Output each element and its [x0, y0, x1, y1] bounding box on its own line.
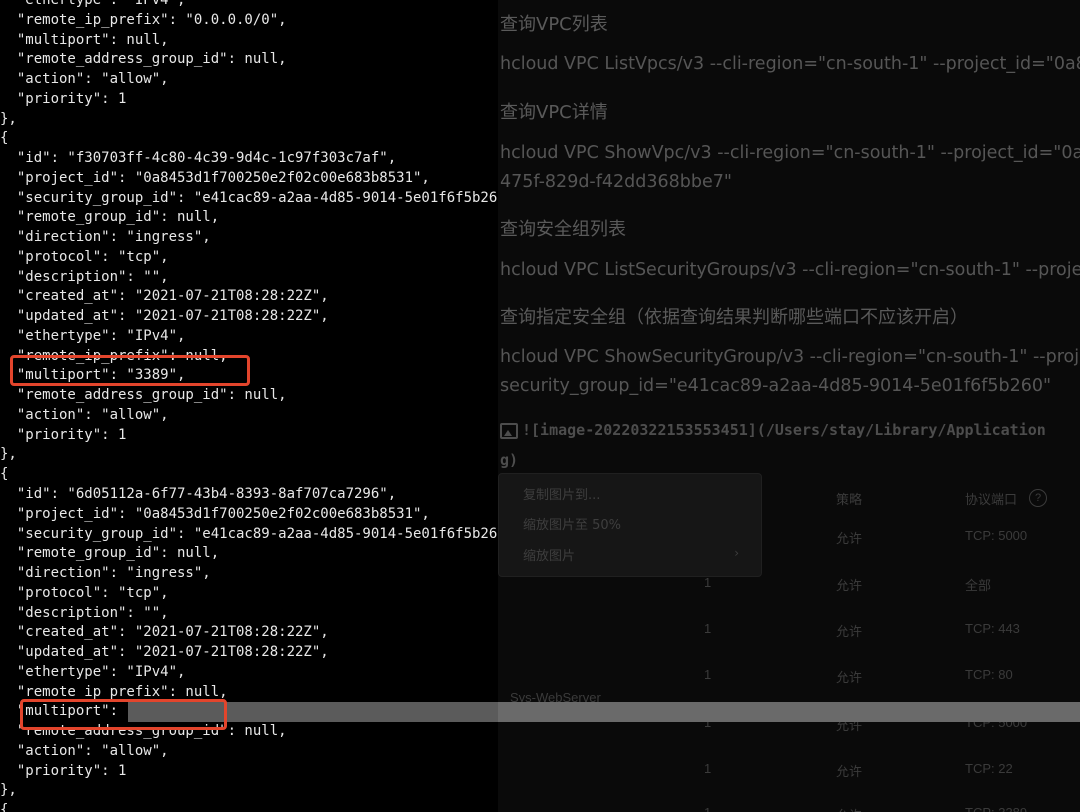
- terminal-line: "remote_group_id": null,: [0, 545, 220, 562]
- terminal-line: "remote_group_id": null,: [0, 209, 220, 226]
- terminal-line: "priority": 1: [0, 426, 127, 443]
- terminal-line: },: [0, 446, 17, 463]
- table-header-protocol-port: 协议端口: [965, 492, 1018, 507]
- table-cell-policy: 允许: [836, 578, 863, 593]
- command-show-vpc-line1: hcloud VPC ShowVpc/v3 --cli-region="cn-s…: [500, 143, 1080, 163]
- terminal-line: "remote_ip_prefix": "0.0.0.0/0",: [0, 11, 287, 28]
- command-show-sg-line1: hcloud VPC ShowSecurityGroup/v3 --cli-re…: [500, 347, 1080, 367]
- terminal-line: "security_group_id": "e41cac89-a2aa-4d85…: [0, 525, 498, 542]
- terminal-line: "id": "f30703ff-4c80-4c39-9d4c-1c97f303c…: [0, 150, 397, 167]
- heading-vpc-detail: 查询VPC详情: [500, 102, 608, 123]
- terminal-line: "created_at": "2021-07-21T08:28:22Z",: [0, 288, 329, 305]
- table-cell-policy: 允许: [836, 764, 863, 779]
- command-show-sg-line2: security_group_id="e41cac89-a2aa-4d85-90…: [500, 376, 1052, 396]
- command-list-security-groups: hcloud VPC ListSecurityGroups/v3 --cli-r…: [500, 260, 1080, 280]
- table-cell-port: 全部: [965, 578, 992, 593]
- heading-show-security-group: 查询指定安全组（依据查询结果判断哪些端口不应该开启）: [500, 307, 968, 328]
- terminal-line: "direction": "ingress",: [0, 229, 211, 246]
- terminal-line: "action": "allow",: [0, 71, 169, 88]
- terminal-line: "protocol": "tcp",: [0, 248, 169, 265]
- help-icon: ?: [1029, 489, 1047, 507]
- terminal-line: "multiport": null,: [0, 31, 169, 48]
- context-menu: 复制图片到... 缩放图片至 50% 缩放图片 ›: [498, 473, 762, 577]
- markdown-image-line1: ![image-20220322153553451](/Users/stay/L…: [500, 421, 1046, 439]
- table-cell-policy: 允许: [836, 670, 863, 685]
- terminal-line: "remote_address_group_id": null,: [0, 387, 287, 404]
- table-cell-policy: 允许: [836, 624, 863, 639]
- table-cell-port: TCP: 3389: [965, 805, 1027, 812]
- terminal-line: {: [0, 466, 9, 483]
- table-cell-priority: 1: [704, 805, 711, 812]
- terminal-line: {: [0, 802, 9, 812]
- terminal-line: "description": "",: [0, 604, 169, 621]
- table-cell-priority: 1: [704, 667, 712, 682]
- terminal-line: "created_at": "2021-07-21T08:28:22Z",: [0, 624, 329, 641]
- command-show-vpc-line2: 475f-829d-f42dd368bbe7": [500, 172, 732, 192]
- heading-list-security-groups: 查询安全组列表: [500, 219, 626, 240]
- terminal-line: "protocol": "tcp",: [0, 584, 169, 601]
- terminal-line: },: [0, 782, 17, 799]
- menu-item-zoom-50[interactable]: 缩放图片至 50%: [523, 514, 621, 533]
- command-list-vpc: hcloud VPC ListVpcs/v3 --cli-region="cn-…: [500, 54, 1080, 74]
- markdown-image-source: ![image-20220322153553451](/Users/stay/L…: [522, 421, 1046, 439]
- terminal-line: "updated_at": "2021-07-21T08:28:22Z",: [0, 644, 329, 661]
- terminal-line: "security_group_id": "e41cac89-a2aa-4d85…: [0, 189, 498, 206]
- terminal-line: "project_id": "0a8453d1f700250e2f02c00e6…: [0, 169, 430, 186]
- terminal-line: "project_id": "0a8453d1f700250e2f02c00e6…: [0, 505, 430, 522]
- terminal-line: },: [0, 110, 17, 127]
- menu-item-zoom-image[interactable]: 缩放图片: [523, 545, 575, 564]
- table-cell-priority: 1: [704, 621, 712, 636]
- terminal-line: "action": "allow",: [0, 742, 169, 759]
- table-cell-port: TCP: 5000: [965, 528, 1028, 543]
- table-cell-port: TCP: 22: [965, 761, 1013, 776]
- terminal-line: {: [0, 130, 9, 147]
- terminal-line: "priority": 1: [0, 90, 127, 107]
- terminal-line: "ethertype": "IPv4",: [0, 663, 186, 680]
- terminal-pane[interactable]: "ethertype": "IPv4", "remote_ip_prefix":…: [0, 0, 498, 812]
- table-cell-priority: 1: [704, 761, 712, 776]
- highlight-box-multiport-80: [20, 699, 227, 730]
- heading-list-vpc: 查询VPC列表: [500, 14, 608, 35]
- image-icon: [500, 422, 518, 439]
- table-cell-policy: 允许: [836, 531, 863, 546]
- table-header-policy: 策略: [836, 492, 863, 507]
- editor-selection-strip: [498, 702, 1080, 722]
- terminal-line: "remote_address_group_id": null,: [0, 51, 287, 68]
- table-cell-port: TCP: 443: [965, 621, 1020, 636]
- terminal-line: "direction": "ingress",: [0, 565, 211, 582]
- terminal-line: "id": "6d05112a-6f77-43b4-8393-8af707ca7…: [0, 486, 397, 502]
- terminal-line: "ethertype": "IPv4",: [0, 327, 186, 344]
- submenu-chevron-icon: ›: [734, 546, 739, 560]
- terminal-line: "action": "allow",: [0, 406, 169, 423]
- table-cell-policy: 允许: [836, 805, 862, 812]
- terminal-line: "ethertype": "IPv4",: [0, 0, 186, 8]
- terminal-line: "description": "",: [0, 268, 169, 285]
- highlight-box-multiport-3389: [10, 355, 250, 386]
- markdown-editor-pane[interactable]: 查询VPC列表 hcloud VPC ListVpcs/v3 --cli-reg…: [498, 0, 1080, 812]
- markdown-image-line2: g): [500, 451, 519, 469]
- terminal-line: "updated_at": "2021-07-21T08:28:22Z",: [0, 308, 329, 325]
- table-cell-port: TCP: 80: [965, 667, 1013, 682]
- menu-item-copy-image[interactable]: 复制图片到...: [523, 484, 600, 503]
- table-cell-priority: 1: [704, 575, 712, 590]
- terminal-line: "priority": 1: [0, 762, 127, 779]
